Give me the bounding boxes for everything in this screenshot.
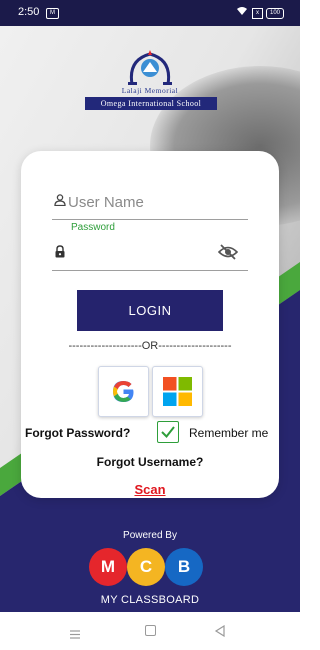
school-name-line1: Lalaji Memorial bbox=[121, 86, 179, 95]
visibility-off-icon[interactable] bbox=[217, 244, 239, 260]
remember-me-label[interactable]: Remember me bbox=[189, 426, 268, 440]
checkmark-icon bbox=[161, 426, 175, 439]
school-name-banner: Omega International School bbox=[85, 97, 217, 110]
google-icon bbox=[113, 381, 134, 402]
password-underline bbox=[52, 270, 248, 271]
recent-apps-icon[interactable] bbox=[70, 626, 80, 639]
mcb-logo-b: B bbox=[165, 548, 203, 586]
or-divider: --------------------OR------------------… bbox=[68, 340, 232, 352]
remember-me-checkbox[interactable] bbox=[157, 421, 179, 443]
forgot-username-link[interactable]: Forgot Username? bbox=[0, 455, 300, 469]
google-signin-button[interactable] bbox=[98, 366, 149, 417]
brand-name: MY CLASSBOARD bbox=[100, 594, 200, 606]
lock-icon bbox=[54, 245, 66, 258]
microsoft-icon bbox=[163, 377, 192, 406]
mcb-logo-m: M bbox=[89, 548, 127, 586]
password-input[interactable] bbox=[68, 240, 208, 262]
powered-by-text: Powered By bbox=[123, 530, 177, 541]
microsoft-signin-button[interactable] bbox=[152, 366, 203, 417]
wifi-icon bbox=[236, 6, 248, 19]
user-icon bbox=[54, 193, 66, 207]
sim-icon: x bbox=[252, 8, 263, 19]
username-input[interactable] bbox=[68, 190, 246, 214]
login-button[interactable]: LOGIN bbox=[77, 290, 223, 331]
mcb-logo-c: C bbox=[127, 548, 165, 586]
back-icon[interactable] bbox=[214, 624, 226, 638]
password-label: Password bbox=[71, 222, 115, 233]
home-icon[interactable] bbox=[145, 625, 156, 636]
username-underline bbox=[52, 219, 248, 220]
scan-link[interactable]: Scan bbox=[0, 482, 300, 497]
forgot-password-link[interactable]: Forgot Password? bbox=[25, 426, 130, 440]
battery-icon: 100 bbox=[266, 8, 284, 19]
status-bar: 2:50 M x 100 bbox=[0, 0, 300, 26]
notification-icon: M bbox=[46, 8, 59, 19]
status-time: 2:50 bbox=[18, 6, 40, 18]
